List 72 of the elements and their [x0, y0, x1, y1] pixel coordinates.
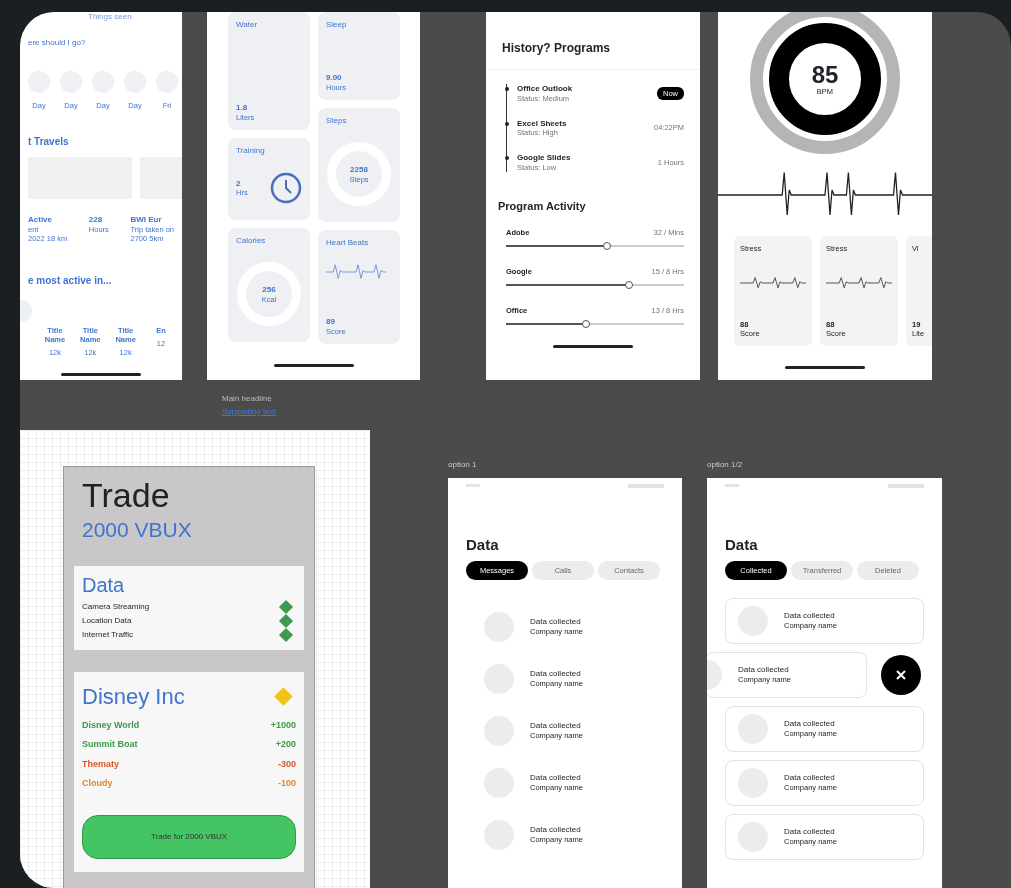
holding-name: Thematy — [82, 757, 119, 771]
item-title: Data collected — [530, 825, 582, 836]
item-title: Data collected — [738, 665, 790, 676]
close-button[interactable] — [881, 654, 921, 695]
bpm-value: 85 — [811, 62, 839, 87]
slider-thumb[interactable] — [582, 320, 591, 329]
item-title: Data collected — [784, 719, 836, 730]
pulse-line-drawing — [740, 277, 806, 289]
item-title: Data collected — [784, 827, 836, 838]
program-name: Office Outlook — [517, 84, 573, 94]
trade-button[interactable]: Trade for 2000 VBUX — [82, 814, 296, 859]
screen-title: History? Programs — [486, 12, 700, 70]
holding-change: -100 — [278, 777, 296, 791]
pulse-line-drawing — [326, 263, 386, 280]
slider-thumb[interactable] — [624, 281, 633, 290]
frame-label: Main headline — [222, 394, 273, 404]
tile-title: Sleep — [326, 20, 348, 30]
tile-value: 2 — [236, 178, 242, 189]
panel-title: Data — [82, 572, 126, 598]
program-name: Google Slides — [517, 153, 571, 163]
item-title: Data collected — [784, 611, 836, 622]
trade-amount: 2000 VBUX — [81, 517, 193, 544]
photo-placeholder — [140, 157, 182, 200]
holding-name: Cloudy — [82, 777, 113, 791]
holding-name: Disney World — [82, 718, 140, 732]
item-title: Data collected — [530, 773, 582, 784]
stat-value: Active — [28, 215, 53, 225]
close-icon — [896, 669, 906, 680]
tile-title: Training — [236, 146, 266, 156]
slider-thumb[interactable] — [603, 242, 612, 251]
program-name: Excel Sheets — [517, 118, 567, 129]
question-text: ere should I go? — [28, 37, 87, 48]
stat-value: 228 — [88, 215, 104, 225]
company-name: Disney Inc — [82, 682, 185, 711]
holding-name: Summit Boat — [82, 738, 138, 752]
holding-change: +200 — [275, 738, 296, 752]
screen-title: Data — [466, 535, 500, 555]
slider-track[interactable] — [506, 284, 684, 287]
timeline-dot — [504, 87, 509, 91]
timeline-dot — [504, 156, 509, 161]
tile-value: 9.00 — [326, 73, 343, 83]
slider-track[interactable] — [506, 245, 684, 248]
tile-title: Water — [236, 20, 259, 30]
holding-change: +1000 — [270, 718, 296, 732]
tile-title: Heart Beats — [326, 238, 370, 248]
tile-title: Calories — [236, 236, 267, 246]
data-item: Internet Traffic — [82, 630, 133, 640]
screen-title: Data — [725, 535, 759, 555]
section-title: Program Activity — [498, 198, 587, 214]
data-item: Location Data — [82, 616, 132, 626]
frame-label: option 1/2 — [707, 460, 743, 470]
pulse-line-drawing — [826, 277, 892, 289]
trade-title: Trade — [81, 477, 171, 515]
tile-value: 1.8 — [236, 103, 249, 113]
stat-value: BWI Eur — [130, 215, 163, 225]
item-title: Data collected — [530, 721, 582, 732]
slider-track[interactable] — [506, 323, 684, 326]
holding-change: -300 — [278, 757, 296, 771]
item-title: Data collected — [530, 669, 582, 680]
tile-value: 256 — [261, 284, 277, 295]
caption-text: Things seen — [88, 12, 133, 22]
section-title: e most active in... — [28, 273, 113, 288]
frame-label: option 1 — [448, 460, 477, 470]
timeline-dot — [504, 121, 509, 126]
item-title: Data collected — [784, 773, 836, 784]
item-title: Data collected — [530, 617, 582, 628]
tile-value: 2258 — [349, 164, 369, 175]
data-item: Camera Streaming — [82, 602, 150, 612]
tile-value: 89 — [326, 317, 336, 327]
clock-icon — [270, 172, 302, 204]
section-title: t Travels — [28, 135, 70, 150]
tile-title: Steps — [326, 116, 348, 126]
